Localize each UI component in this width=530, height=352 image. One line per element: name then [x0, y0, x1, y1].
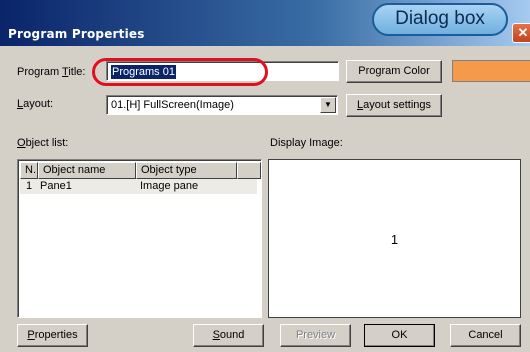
program-color-button[interactable]: Program Color — [346, 60, 442, 83]
column-header-object-type[interactable]: Object type — [136, 162, 237, 179]
highlight-oval-annotation — [92, 58, 268, 86]
chevron-down-icon[interactable]: ▼ — [320, 97, 336, 113]
close-button[interactable]: ✕ — [512, 23, 530, 43]
list-item[interactable]: 1 Pane1 Image pane — [20, 179, 257, 194]
sound-button[interactable]: Sound — [193, 324, 264, 347]
program-title-label: Program Title: — [17, 66, 86, 78]
object-list-header: N... Object name Object type — [20, 162, 261, 179]
preview-button[interactable]: Preview — [280, 324, 351, 347]
layout-dropdown[interactable]: 01.[H] FullScreen(Image) ▼ — [106, 95, 338, 115]
layout-label: Layout: — [17, 98, 54, 110]
display-image-preview: 1 — [268, 159, 521, 318]
row-object-type: Image pane — [140, 180, 199, 192]
column-header-object-name[interactable]: Object name — [38, 162, 136, 179]
layout-selected-value: 01.[H] FullScreen(Image) — [111, 99, 234, 111]
layout-settings-button[interactable]: Layout settings — [346, 94, 442, 117]
program-color-swatch[interactable] — [452, 60, 530, 82]
column-header-filler — [237, 162, 261, 179]
dialog-box-callout: Dialog box — [372, 3, 508, 36]
close-icon: ✕ — [517, 25, 529, 40]
window-title: Program Properties — [8, 27, 145, 41]
ok-button[interactable]: OK — [364, 324, 435, 347]
properties-button[interactable]: Properties — [17, 324, 88, 347]
display-image-number: 1 — [390, 232, 399, 247]
column-header-n[interactable]: N... — [20, 162, 38, 179]
object-list[interactable]: N... Object name Object type 1 Pane1 Ima… — [17, 159, 262, 318]
object-list-label: Object list: — [17, 137, 69, 149]
display-image-label: Display Image: — [270, 137, 343, 149]
row-number: 1 — [26, 180, 33, 192]
cancel-button[interactable]: Cancel — [450, 324, 521, 347]
row-object-name: Pane1 — [40, 180, 72, 192]
